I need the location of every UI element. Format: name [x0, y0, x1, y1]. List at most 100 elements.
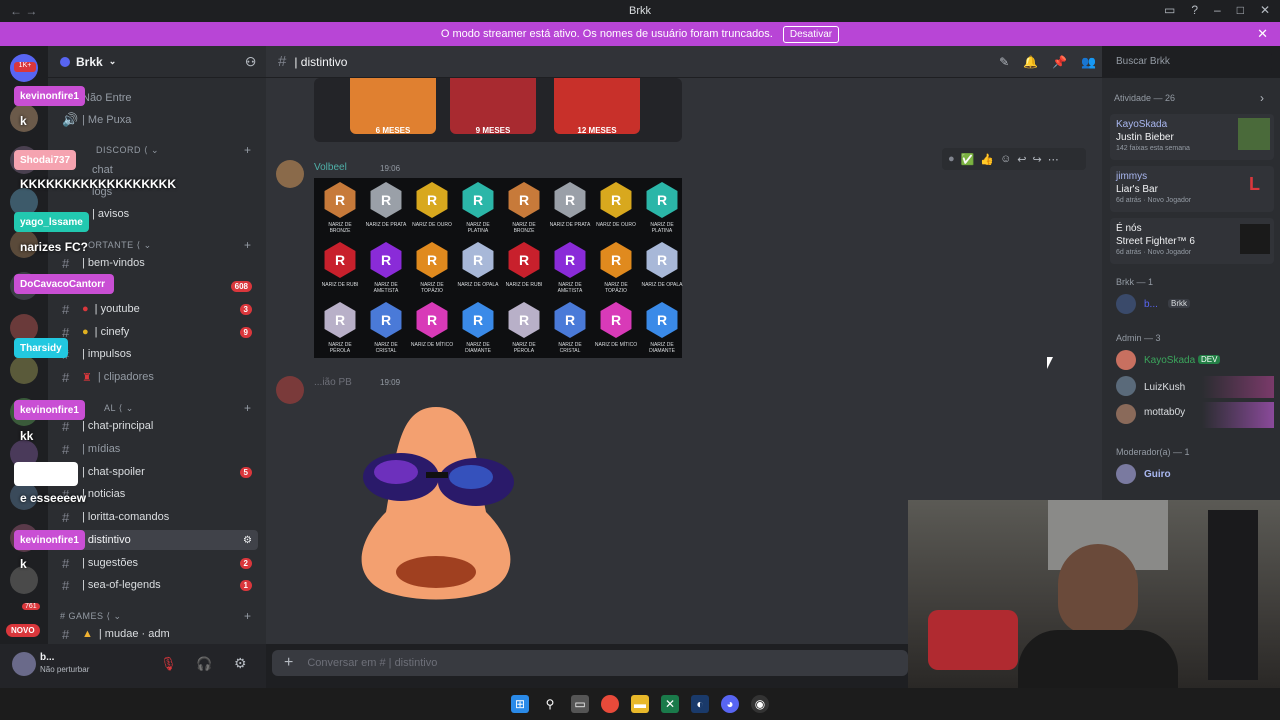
file-explorer-icon[interactable]: ▬ [631, 695, 649, 713]
voice-channel[interactable]: 🔊Não Entre [58, 88, 258, 108]
category-geral[interactable]: AL ⟨ ⌄ + [104, 401, 251, 415]
excel-icon[interactable]: ✕ [661, 695, 679, 713]
avatar[interactable] [1116, 350, 1136, 370]
badge-label: NARIZ DE AMETISTA [557, 282, 583, 294]
avatar[interactable] [276, 160, 304, 188]
channel-clipadores[interactable]: # ♜ | clipadores [58, 367, 258, 387]
activity-card[interactable]: KayoSkada Justin Bieber 142 faixas esta … [1110, 114, 1274, 160]
nose-badge-icon: R [554, 182, 586, 218]
message-author[interactable]: Volbeel [314, 162, 347, 173]
avatar[interactable] [276, 376, 304, 404]
category-discord[interactable]: DISCORD ⟨ ⌄ + [96, 143, 251, 157]
member-name[interactable]: LuizKush [1144, 382, 1185, 393]
avatar[interactable] [12, 652, 36, 676]
help-icon[interactable]: ? [1191, 3, 1198, 17]
member-name[interactable]: b... [1144, 299, 1158, 310]
nose-badge-icon: R [646, 182, 678, 218]
channel-noticias[interactable]: # | noticias [58, 484, 258, 504]
add-attachment-icon[interactable]: + [284, 654, 293, 672]
add-reaction-icon[interactable]: ☺ [1000, 153, 1011, 165]
category-importante[interactable]: ORTANTE ⟨ ⌄ + [88, 238, 251, 252]
reaction-icon[interactable]: ● [948, 153, 955, 165]
obs-icon[interactable]: ◉ [751, 695, 769, 713]
pin-icon[interactable]: 📌 [1052, 55, 1067, 69]
channel-distintivo[interactable]: #| distintivo⚙ [58, 530, 258, 550]
channel-bem-vindos[interactable]: # | bem-vindos [58, 253, 258, 273]
server-icon[interactable] [10, 356, 38, 384]
channel-sugestoes[interactable]: # | sugestões 2 [58, 553, 258, 573]
nose-badge-icon: R [324, 242, 356, 278]
channel-avisos[interactable]: | avisos [88, 204, 238, 224]
search-input[interactable]: Buscar Brkk [1110, 52, 1272, 72]
badge-label: NARIZ DE TOPÁZIO [604, 282, 628, 294]
channel-loritta-comandos[interactable]: # | loritta-comandos [58, 507, 258, 527]
activity-title: Liar's Bar [1116, 184, 1158, 195]
server-header[interactable]: Brkk ⌄ ⚇ [48, 46, 266, 78]
activity-card[interactable]: É nós Street Fighter™ 6 6d atrás · Novo … [1110, 218, 1274, 264]
badge-image-embed[interactable]: R NARIZ DE BRONZE R NARIZ DE BRONZE R NARIZ D… [314, 178, 683, 358]
member-name[interactable]: Guiro [1144, 469, 1171, 480]
avatar[interactable] [1116, 376, 1136, 396]
check-reaction-icon[interactable]: ✅ [961, 153, 975, 166]
add-channel-icon[interactable]: + [244, 238, 252, 252]
chrome-icon[interactable] [601, 695, 619, 713]
voice-channel[interactable]: 🔊 | Me Puxa [58, 110, 258, 130]
settings-icon[interactable]: ⚙ [243, 535, 252, 546]
threads-icon[interactable]: ✎ [999, 55, 1009, 69]
close-window-button[interactable]: ✕ [1260, 3, 1270, 17]
members-icon[interactable]: 👥 [1081, 55, 1096, 69]
message-author[interactable]: ...ião PB [314, 377, 352, 388]
close-icon[interactable]: ✕ [1257, 26, 1268, 42]
channel-sea-of-legends[interactable]: # | sea-of-legends 1 [58, 575, 258, 595]
chevron-right-icon[interactable]: › [1260, 91, 1264, 105]
mic-muted-icon[interactable]: 🎙 [160, 656, 177, 672]
add-channel-icon[interactable]: + [244, 609, 252, 623]
bell-icon[interactable]: 🔔 [1023, 55, 1038, 69]
server-badge: 761 [22, 603, 40, 610]
task-view-icon[interactable]: ▭ [571, 695, 589, 713]
server-name: Brkk [76, 54, 103, 69]
overlay-message: kk [20, 429, 34, 443]
channel-cinefy[interactable]: # ● | cinefy 9 [58, 322, 258, 342]
channel-youtube[interactable]: # ● | youtube 3 [58, 299, 258, 319]
start-icon[interactable]: ⊞ [511, 695, 529, 713]
minimize-button[interactable]: – [1214, 3, 1221, 17]
channel-impulsos[interactable]: #| impulsos [58, 344, 258, 364]
channel-label: | mídias [82, 443, 121, 455]
disable-streamer-button[interactable]: Desativar [782, 25, 840, 43]
headphones-muted-icon[interactable]: 🎧 [196, 656, 212, 672]
prev-image-embed[interactable]: 6 MESES 9 MESES 12 MESES [314, 78, 682, 142]
maximize-button[interactable]: □ [1237, 3, 1244, 17]
more-icon[interactable]: ⋯ [1048, 153, 1059, 166]
settings-gear-icon[interactable]: ⚙ [234, 655, 247, 672]
badge-label: NARIZ DE OPALA [457, 282, 499, 288]
channel-mudae[interactable]: # ▲ | mudae · adm [58, 624, 258, 644]
badge-label: NARIZ DE CRISTAL [558, 342, 582, 354]
avatar[interactable] [1116, 404, 1136, 424]
member-name[interactable]: mottab0y [1144, 407, 1185, 418]
category-games[interactable]: # GAMES ⟨ ⌄ + [60, 609, 251, 623]
avatar[interactable] [1116, 294, 1136, 314]
channel-midias[interactable]: # | mídias [58, 439, 258, 459]
discord-icon[interactable]: ◕ [721, 695, 739, 713]
add-channel-icon[interactable]: + [244, 143, 252, 157]
channel-label: | noticias [82, 488, 126, 500]
search-icon[interactable]: ⚲ [541, 695, 559, 713]
nose-sticker-image[interactable] [346, 402, 526, 602]
thumbs-up-icon[interactable]: 👍 [980, 153, 994, 166]
channel-chat-principal[interactable]: # | chat-principal [58, 416, 258, 436]
person-body-image [1018, 630, 1178, 688]
steam-icon[interactable]: ◐ [691, 695, 709, 713]
activity-card[interactable]: jimmys Liar's Bar 6d atrás · Novo Jogado… [1110, 166, 1274, 212]
message-input[interactable]: + Conversar em # | distintivo [272, 650, 908, 676]
avatar[interactable] [1116, 464, 1136, 484]
member-name[interactable]: KayoSkada [1144, 355, 1195, 366]
inbox-icon[interactable]: ▭ [1164, 3, 1175, 17]
forward-icon[interactable]: ↪ [1033, 153, 1042, 166]
reply-icon[interactable]: ↩ [1017, 153, 1026, 166]
nose-badge-icon: R [416, 242, 448, 278]
add-channel-icon[interactable]: + [244, 401, 252, 415]
channel-chat-spoiler[interactable]: #| chat-spoiler5 [58, 462, 258, 482]
add-member-icon[interactable]: ⚇ [245, 55, 256, 69]
channel-label: | distintivo [82, 534, 131, 546]
